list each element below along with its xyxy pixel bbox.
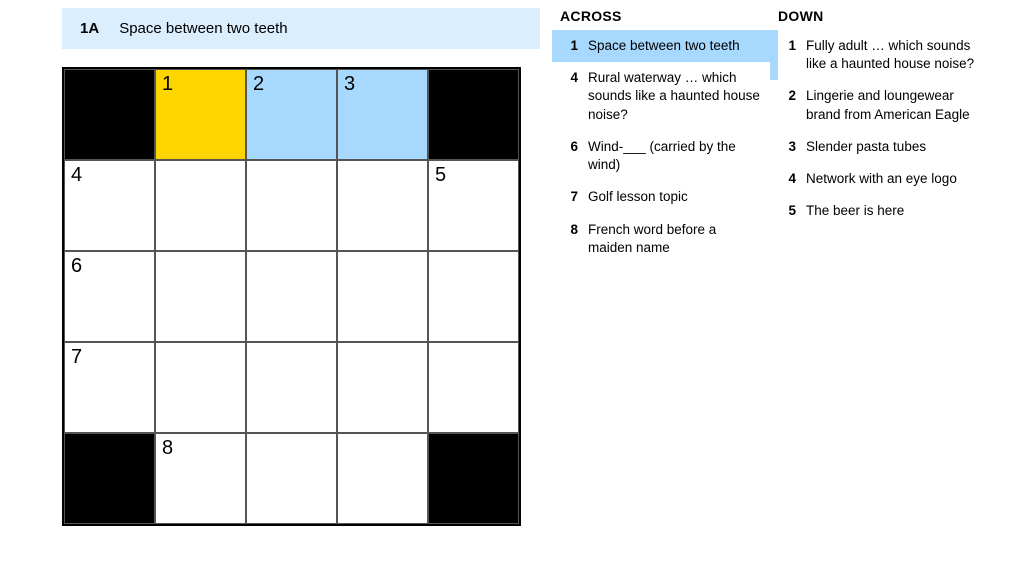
across-heading: ACROSS <box>552 8 770 30</box>
clue-number: 4 <box>560 69 588 124</box>
grid-cell[interactable] <box>155 251 246 342</box>
grid-cell[interactable] <box>246 342 337 433</box>
grid-cell[interactable] <box>246 160 337 251</box>
grid-cell[interactable]: 1 <box>155 69 246 160</box>
grid-cell[interactable]: 8 <box>155 433 246 524</box>
across-list: 1Space between two teeth4Rural waterway … <box>552 30 770 264</box>
clue-text: Network with an eye logo <box>806 170 980 188</box>
clue-text: Wind-___ (carried by the wind) <box>588 138 762 174</box>
clue-text: Slender pasta tubes <box>806 138 980 156</box>
grid-cell[interactable]: 7 <box>64 342 155 433</box>
clue-text: Rural waterway … which sounds like a hau… <box>588 69 762 124</box>
across-clue-item[interactable]: 8French word before a maiden name <box>552 214 770 264</box>
cell-number: 8 <box>162 437 173 460</box>
clue-number: 7 <box>560 188 588 206</box>
grid-cell[interactable] <box>246 251 337 342</box>
cell-number: 6 <box>71 255 82 278</box>
grid-cell[interactable]: 2 <box>246 69 337 160</box>
current-clue-text: Space between two teeth <box>119 20 287 37</box>
clues-panel: ACROSS 1Space between two teeth4Rural wa… <box>540 8 1024 550</box>
cell-number: 5 <box>435 164 446 187</box>
clue-text: Lingerie and loungewear brand from Ameri… <box>806 87 980 123</box>
grid-cell[interactable] <box>337 160 428 251</box>
down-heading: DOWN <box>770 8 988 30</box>
across-list-scroll[interactable]: 1Space between two teeth4Rural waterway … <box>552 30 770 550</box>
grid-cell[interactable] <box>337 433 428 524</box>
clue-number: 3 <box>778 138 806 156</box>
clue-number: 4 <box>778 170 806 188</box>
crossword-grid: 1 2 3 4 5 6 7 8 <box>62 67 521 526</box>
down-column: DOWN 1Fully adult … which sounds like a … <box>770 8 988 550</box>
clue-number: 5 <box>778 202 806 220</box>
clue-number: 6 <box>560 138 588 174</box>
grid-cell[interactable]: 4 <box>64 160 155 251</box>
cell-number: 1 <box>162 73 173 96</box>
grid-cell-black <box>64 69 155 160</box>
cell-number: 4 <box>71 164 82 187</box>
clue-text: Golf lesson topic <box>588 188 762 206</box>
across-clue-item[interactable]: 6Wind-___ (carried by the wind) <box>552 131 770 181</box>
current-clue-label: 1A <box>80 20 99 37</box>
grid-cell[interactable]: 5 <box>428 160 519 251</box>
down-clue-item[interactable]: 3Slender pasta tubes <box>770 131 988 163</box>
down-clue-item[interactable]: 1Fully adult … which sounds like a haunt… <box>770 30 988 80</box>
down-list: 1Fully adult … which sounds like a haunt… <box>770 30 988 228</box>
left-panel: 1A Space between two teeth 1 2 3 4 5 6 7 8 <box>0 8 540 550</box>
clue-number: 1 <box>778 37 806 73</box>
clue-text: Fully adult … which sounds like a haunte… <box>806 37 980 73</box>
grid-cell[interactable]: 6 <box>64 251 155 342</box>
grid-cell[interactable] <box>428 342 519 433</box>
grid-cell[interactable] <box>155 160 246 251</box>
clue-number: 1 <box>560 37 588 55</box>
grid-cell[interactable] <box>337 251 428 342</box>
crossword-container: 1A Space between two teeth 1 2 3 4 5 6 7 8 ACRO… <box>0 0 1024 550</box>
grid-cell[interactable] <box>428 251 519 342</box>
grid-cell[interactable] <box>246 433 337 524</box>
across-clue-item[interactable]: 7Golf lesson topic <box>552 181 770 213</box>
cell-number: 7 <box>71 346 82 369</box>
clue-number: 8 <box>560 221 588 257</box>
down-clue-item[interactable]: 5The beer is here <box>770 195 988 227</box>
across-clue-item[interactable]: 1Space between two teeth <box>552 30 770 62</box>
clue-text: French word before a maiden name <box>588 221 762 257</box>
grid-cell-black <box>64 433 155 524</box>
cell-number: 2 <box>253 73 264 96</box>
down-clue-item[interactable]: 2Lingerie and loungewear brand from Amer… <box>770 80 988 130</box>
grid-cell-black <box>428 69 519 160</box>
grid-cell-black <box>428 433 519 524</box>
grid-cell[interactable] <box>155 342 246 433</box>
clue-text: Space between two teeth <box>588 37 762 55</box>
down-clue-item[interactable]: 4Network with an eye logo <box>770 163 988 195</box>
grid-cell[interactable] <box>337 342 428 433</box>
down-list-scroll[interactable]: 1Fully adult … which sounds like a haunt… <box>770 30 988 550</box>
clue-text: The beer is here <box>806 202 980 220</box>
clue-number: 2 <box>778 87 806 123</box>
across-column: ACROSS 1Space between two teeth4Rural wa… <box>552 8 770 550</box>
grid-cell[interactable]: 3 <box>337 69 428 160</box>
across-clue-item[interactable]: 4Rural waterway … which sounds like a ha… <box>552 62 770 131</box>
cell-number: 3 <box>344 73 355 96</box>
current-clue-bar[interactable]: 1A Space between two teeth <box>62 8 540 49</box>
